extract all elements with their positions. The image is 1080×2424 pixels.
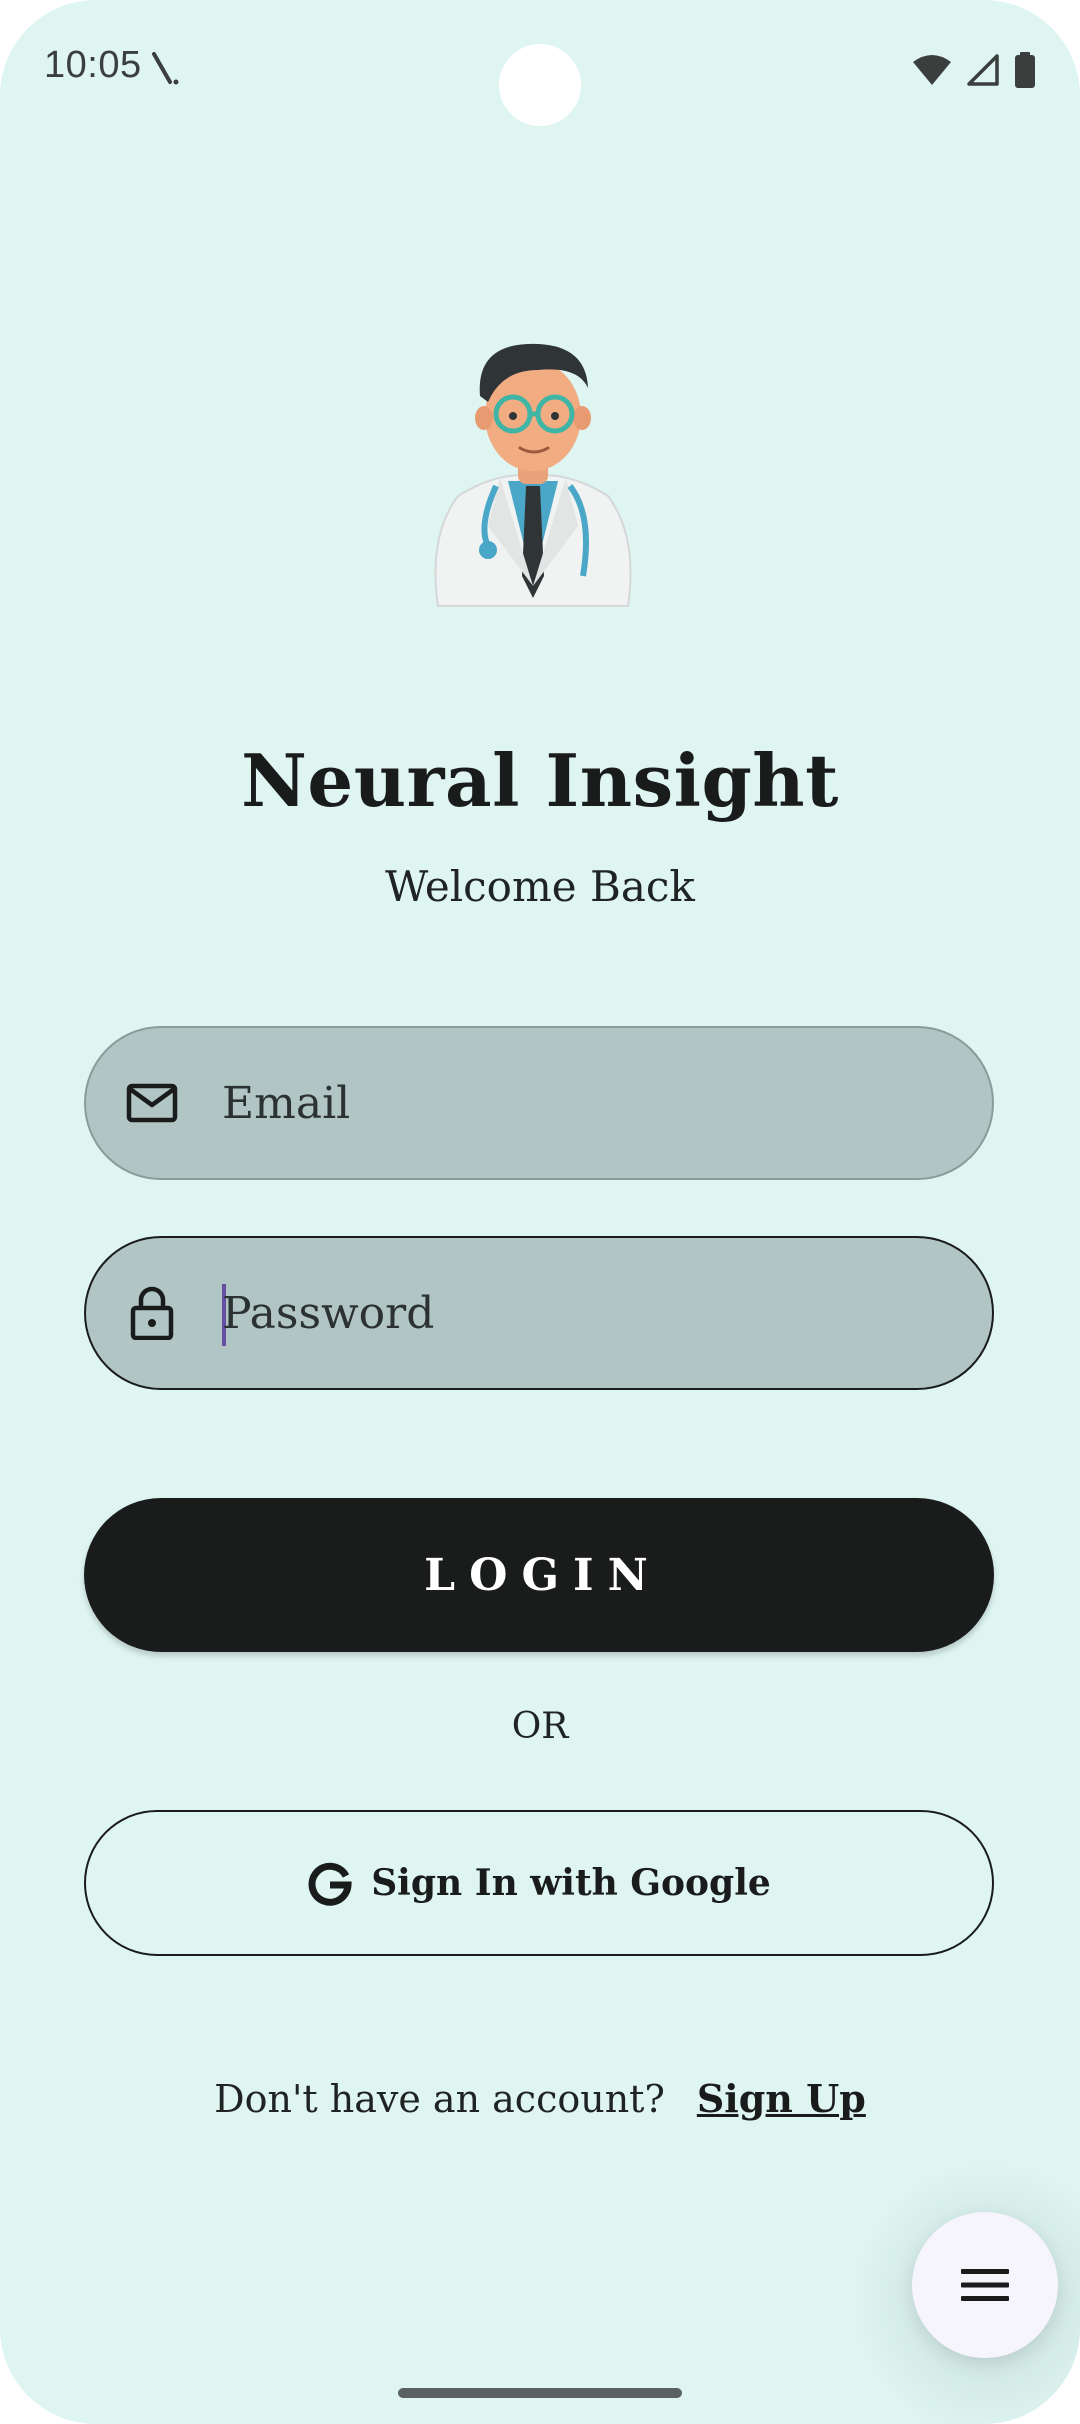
status-icons bbox=[912, 52, 1036, 88]
or-divider: OR bbox=[511, 1706, 569, 1747]
email-input[interactable] bbox=[222, 1028, 952, 1178]
signal-icon bbox=[967, 54, 999, 86]
welcome-subtitle: Welcome Back bbox=[385, 862, 695, 911]
password-field[interactable] bbox=[84, 1236, 994, 1390]
status-bar: 10:05 bbox=[0, 0, 1080, 140]
camera-cutout bbox=[499, 44, 581, 126]
google-signin-button[interactable]: Sign In with Google bbox=[84, 1810, 994, 1956]
login-screen: 10:05 Neural Insight Welcome Back Email … bbox=[0, 0, 1080, 2424]
mail-icon bbox=[122, 1073, 182, 1133]
google-signin-label: Sign In with Google bbox=[371, 1862, 771, 1904]
activity-icon bbox=[152, 52, 179, 85]
menu-fab[interactable] bbox=[912, 2212, 1058, 2358]
password-input[interactable] bbox=[222, 1238, 952, 1388]
status-time: 10:05 bbox=[44, 44, 142, 86]
signup-prompt: Don't have an account? bbox=[214, 2077, 665, 2121]
battery-icon bbox=[1015, 52, 1035, 88]
wifi-icon bbox=[913, 55, 951, 85]
signup-row: Don't have an account? Sign Up bbox=[0, 2076, 1080, 2121]
home-indicator[interactable] bbox=[398, 2388, 682, 2398]
google-icon bbox=[308, 1862, 352, 1906]
login-button[interactable]: LOGIN bbox=[84, 1498, 994, 1652]
lock-icon bbox=[122, 1283, 182, 1343]
app-title: Neural Insight bbox=[241, 738, 839, 823]
menu-icon bbox=[961, 2269, 1009, 2301]
signup-link[interactable]: Sign Up bbox=[697, 2076, 866, 2121]
doctor-avatar bbox=[434, 343, 632, 607]
email-field[interactable] bbox=[84, 1026, 994, 1180]
